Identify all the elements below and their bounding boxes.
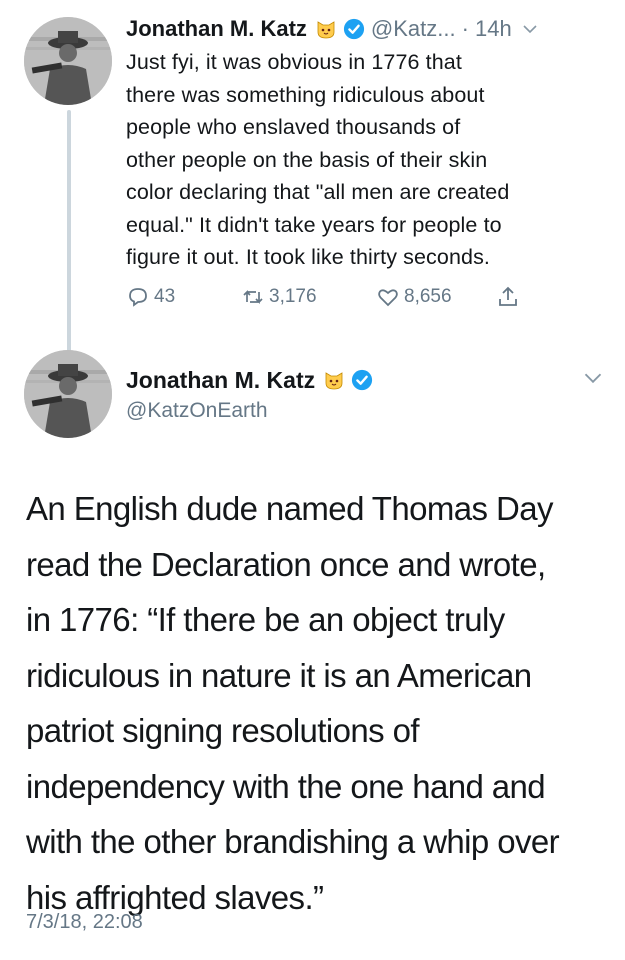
retweet-count: 3,176 xyxy=(269,286,317,307)
share-button[interactable] xyxy=(496,285,524,309)
chevron-down-icon[interactable] xyxy=(522,21,538,37)
cat-face-icon xyxy=(325,372,343,390)
author-handle[interactable]: @KatzOnEarth xyxy=(126,396,268,426)
retweet-button[interactable]: 3,176 xyxy=(241,285,317,309)
like-button[interactable]: 8,656 xyxy=(376,285,452,309)
reply-button[interactable]: 43 xyxy=(126,285,175,309)
like-count: 8,656 xyxy=(404,286,452,307)
verified-badge-icon xyxy=(352,369,373,391)
heart-icon xyxy=(378,289,398,307)
cat-face-icon xyxy=(317,21,335,39)
share-icon xyxy=(499,286,517,306)
avatar-photo xyxy=(24,350,112,438)
author-name[interactable]: Jonathan M. Katz xyxy=(126,364,315,396)
verified-badge-icon xyxy=(343,18,364,40)
thread-connector-line xyxy=(67,110,71,360)
avatar[interactable] xyxy=(24,350,112,438)
tweet-time[interactable]: · 14h xyxy=(462,14,512,44)
avatar-photo xyxy=(24,17,112,105)
reply-icon xyxy=(129,288,147,307)
tweet-timestamp[interactable]: 7/3/18, 22:08 xyxy=(26,908,143,936)
tweet-text: An English dude named Thomas Day read th… xyxy=(26,490,560,916)
tweet-actions: 43 3,176 8,656 xyxy=(126,285,546,315)
retweet-icon xyxy=(243,289,263,305)
tweet-header: Jonathan M. Katz xyxy=(126,364,379,396)
tweet-text: Just fyi, it was obvious in 1776 that th… xyxy=(126,50,510,269)
author-name[interactable]: Jonathan M. Katz xyxy=(126,14,307,44)
author-handle[interactable]: @Katz... xyxy=(371,14,456,44)
chevron-down-icon[interactable] xyxy=(583,368,603,388)
avatar[interactable] xyxy=(24,17,112,105)
reply-count: 43 xyxy=(154,286,176,307)
tweet-header: Jonathan M. Katz @Katz... · 14h xyxy=(126,14,615,44)
